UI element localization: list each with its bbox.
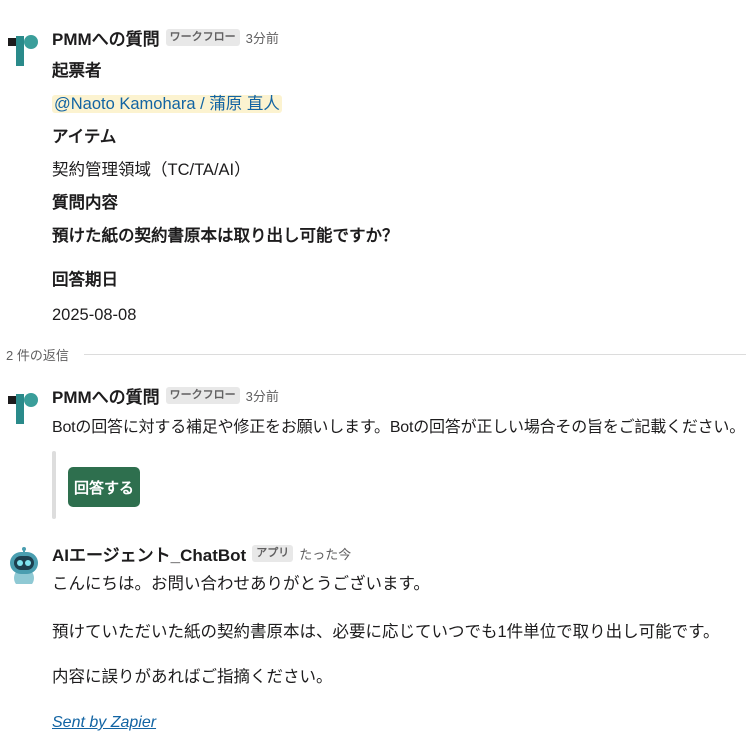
message-header: PMMへの質問 ワークフロー 3分前 xyxy=(52,382,740,408)
message-text: Botの回答に対する補足や修正をお願いします。Botの回答が正しい場合その旨をご… xyxy=(52,419,746,436)
message-line: 預けていただいた紙の契約書原本は、必要に応じていつでも1件単位で取り出し可能です… xyxy=(52,623,720,641)
submitter-label: 起票者 xyxy=(52,62,102,80)
workflow-avatar-icon[interactable] xyxy=(6,388,42,424)
workflow-badge: ワークフロー xyxy=(165,28,240,46)
item-label: アイテム xyxy=(52,128,117,146)
question-label: 質問内容 xyxy=(52,194,118,212)
question-value: 預けた紙の契約書原本は取り出し可能ですか？ xyxy=(52,227,399,245)
sender-name[interactable]: PMMへの質問 xyxy=(52,25,160,50)
footer-line: Sent by Zapier xyxy=(52,710,156,735)
timestamp[interactable]: たった今 xyxy=(299,544,351,563)
message-line: 内容に誤りがあればご指摘ください。 xyxy=(52,668,333,686)
item-value: 契約管理領域（TC/TA/AI） xyxy=(52,161,251,179)
workflow-badge: ワークフロー xyxy=(165,386,240,404)
message-header: AIエージェント_ChatBot アプリ たった今 xyxy=(52,540,740,566)
user-mention[interactable]: @Naoto Kamohara / 蒲原 直人 xyxy=(52,95,282,113)
message-content: AIエージェント_ChatBot アプリ たった今 こんにちは。お問い合わせあり… xyxy=(52,540,740,731)
sender-name[interactable]: AIエージェント_ChatBot xyxy=(52,541,246,566)
divider-line xyxy=(84,354,746,355)
chatbot-message: AIエージェント_ChatBot アプリ たった今 こんにちは。お問い合わせあり… xyxy=(0,540,746,740)
due-date-label: 回答期日 xyxy=(52,271,118,289)
sender-name[interactable]: PMMへの質問 xyxy=(52,383,160,408)
timestamp[interactable]: 3分前 xyxy=(246,386,279,405)
message-content: PMMへの質問 ワークフロー 3分前 Botの回答に対する補足や修正をお願いしま… xyxy=(52,382,745,519)
attachment-bar xyxy=(52,451,56,519)
sent-by-zapier-link[interactable]: Sent by Zapier xyxy=(52,714,156,731)
robot-avatar-icon[interactable] xyxy=(4,544,44,584)
due-date-value: 2025-08-08 xyxy=(52,306,137,324)
thread-divider: 2 件の返信 xyxy=(0,344,746,364)
workflow-avatar-icon[interactable] xyxy=(6,30,42,66)
app-badge: アプリ xyxy=(252,544,294,562)
replies-count[interactable]: 2 件の返信 xyxy=(6,345,69,364)
message-header: PMMへの質問 ワークフロー 3分前 xyxy=(52,24,740,50)
answer-button[interactable]: 回答する xyxy=(68,467,140,507)
timestamp[interactable]: 3分前 xyxy=(246,28,279,47)
submitter-value: @Naoto Kamohara / 蒲原 直人 xyxy=(52,92,282,116)
message-content: PMMへの質問 ワークフロー 3分前 起票者 @Naoto Kamohara /… xyxy=(52,24,740,324)
message-line: こんにちは。お問い合わせありがとうございます。 xyxy=(52,575,430,593)
workflow-reply-message: PMMへの質問 ワークフロー 3分前 Botの回答に対する補足や修正をお願いしま… xyxy=(0,382,746,522)
workflow-message: PMMへの質問 ワークフロー 3分前 起票者 @Naoto Kamohara /… xyxy=(0,24,746,334)
